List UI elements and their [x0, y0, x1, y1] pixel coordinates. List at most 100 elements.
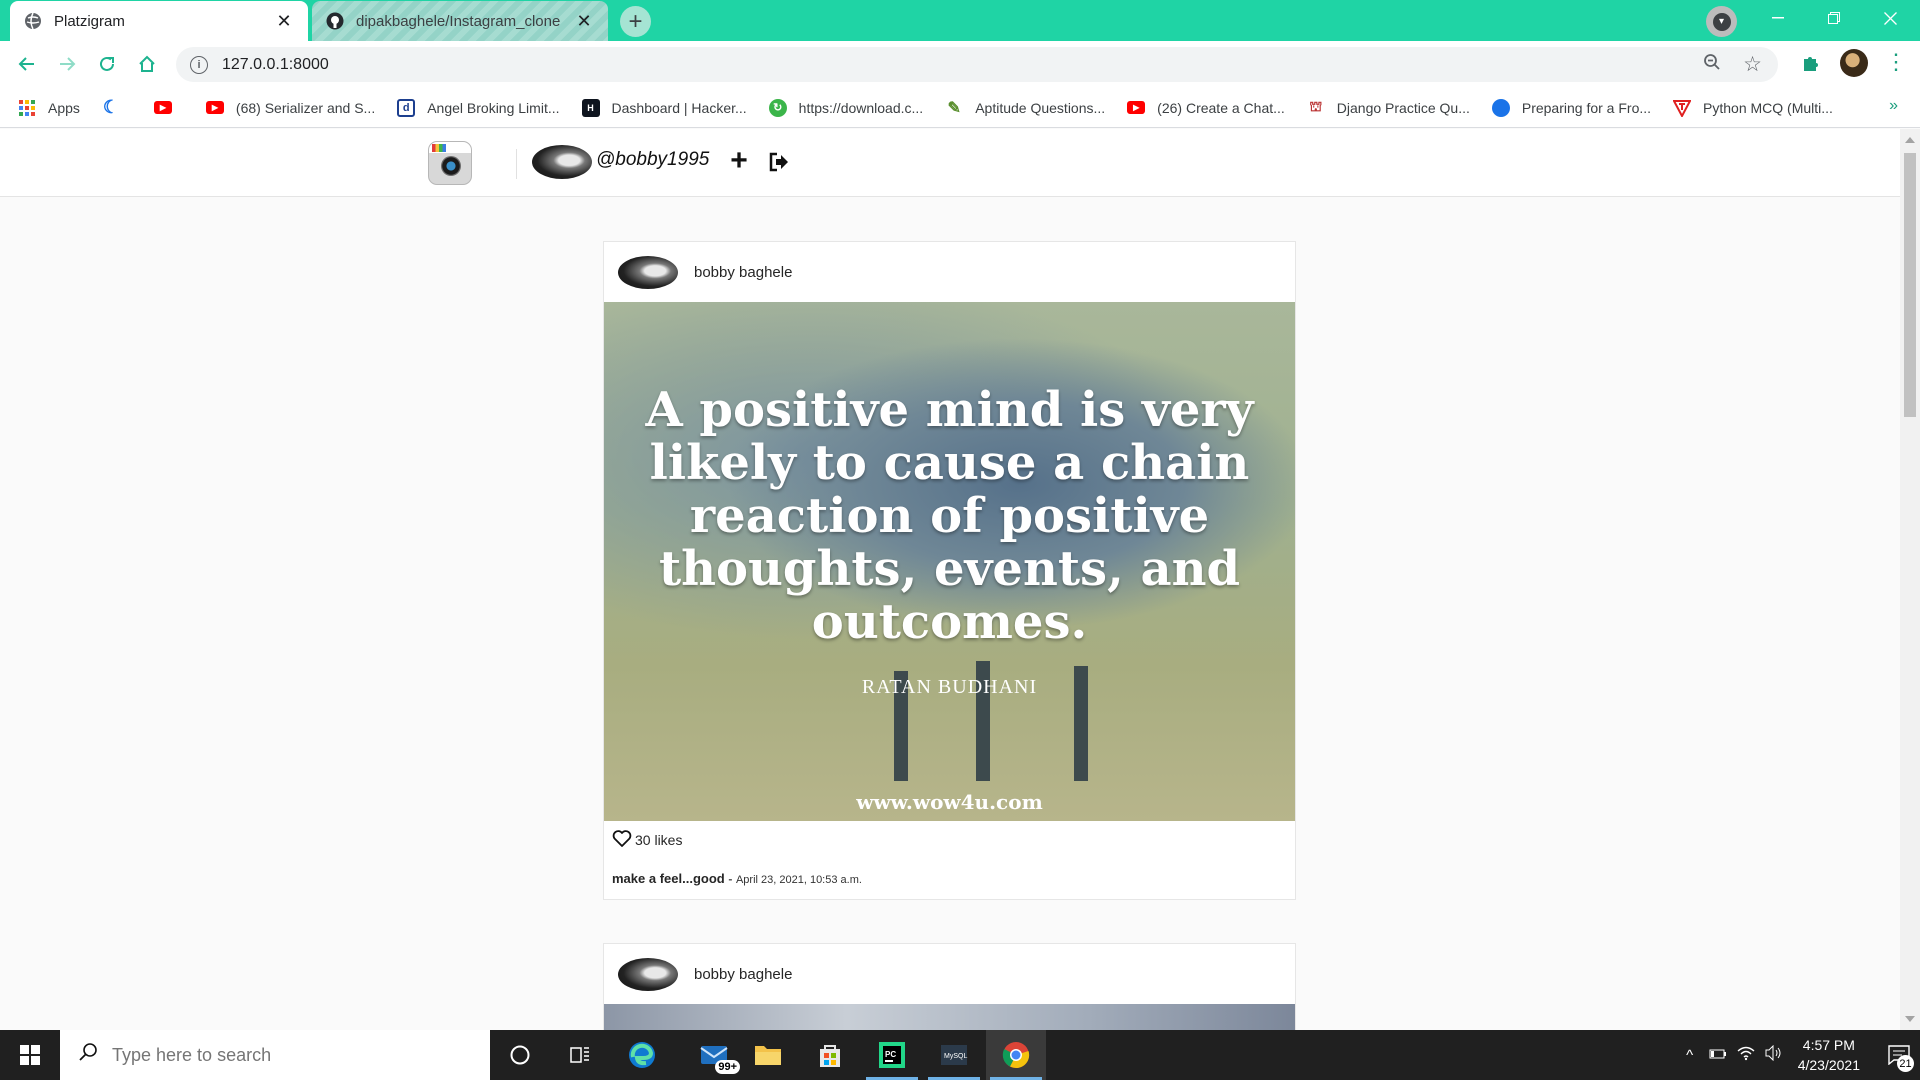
wifi-icon[interactable]: [1735, 1045, 1757, 1065]
bookmark-angel-broking[interactable]: d Angel Broking Limit...: [397, 98, 560, 117]
notification-count: 21: [1897, 1055, 1914, 1072]
post-author-avatar[interactable]: [618, 958, 678, 991]
post-caption: make a feel...good - April 23, 2021, 10:…: [612, 871, 862, 886]
bookmark-label: Angel Broking Limit...: [427, 99, 560, 116]
bookmark-download[interactable]: ↻ https://download.c...: [768, 98, 923, 117]
instagram-logo-icon[interactable]: [428, 141, 472, 185]
scroll-up-arrow[interactable]: [1905, 137, 1915, 143]
bookmark-django[interactable]: ⛫ Django Practice Qu...: [1307, 98, 1470, 117]
post-author[interactable]: bobby baghele: [694, 966, 792, 983]
bookmark-aptitude[interactable]: ✎ Aptitude Questions...: [945, 99, 1106, 117]
cortana-icon: [510, 1045, 530, 1065]
add-post-button[interactable]: +: [726, 146, 752, 176]
tab-search-button[interactable]: ▾: [1706, 6, 1737, 37]
minimize-button[interactable]: [1750, 0, 1806, 36]
bookmark-serializer[interactable]: ▶ (68) Serializer and S...: [205, 100, 375, 116]
post-author-avatar[interactable]: [618, 256, 678, 289]
post-footer: 30 likes make a feel...good - April 23, …: [604, 821, 1295, 899]
cortana-button[interactable]: [490, 1030, 550, 1080]
task-view-button[interactable]: [550, 1030, 610, 1080]
taskbar-search-input[interactable]: [112, 1044, 472, 1066]
svg-text:PC: PC: [885, 1050, 896, 1059]
django-icon: ⛫: [1309, 98, 1323, 114]
bookmark-chat[interactable]: ▶ (26) Create a Chat...: [1127, 100, 1285, 116]
zoom-icon[interactable]: [1703, 53, 1721, 76]
post-card: bobby baghele: [603, 943, 1296, 1030]
bookmark-label: Preparing for a Fro...: [1521, 99, 1652, 116]
heart-icon[interactable]: [612, 829, 632, 849]
battery-icon[interactable]: [1707, 1047, 1729, 1064]
page-scrollbar[interactable]: [1900, 129, 1920, 1030]
close-tab-icon[interactable]: ✕: [274, 11, 294, 31]
address-url[interactable]: 127.0.0.1:8000: [222, 56, 1703, 74]
taskbar-clock[interactable]: 4:57 PM 4/23/2021: [1798, 1035, 1860, 1075]
taskbar-chrome[interactable]: [986, 1030, 1046, 1080]
forward-button[interactable]: [52, 49, 82, 79]
tab-title: Platzigram: [54, 12, 125, 30]
more-menu-icon[interactable]: ⋮: [1885, 49, 1907, 79]
bookmark-label: (26) Create a Chat...: [1157, 99, 1285, 116]
taskbar-mail[interactable]: 99+: [686, 1030, 746, 1080]
user-avatar[interactable]: [532, 145, 592, 179]
bookmark-python-mcq[interactable]: Python MCQ (Multi...: [1673, 99, 1833, 117]
post-image[interactable]: [604, 1004, 1295, 1030]
post-date: April 23, 2021, 10:53 a.m.: [735, 874, 862, 886]
address-bar[interactable]: i 127.0.0.1:8000 ☆: [176, 47, 1778, 82]
post-author[interactable]: bobby baghele: [694, 264, 792, 281]
info-icon[interactable]: i: [190, 55, 208, 74]
scroll-down-arrow[interactable]: [1905, 1016, 1915, 1022]
restore-button[interactable]: [1806, 0, 1862, 36]
bookmark-star-icon[interactable]: ☆: [1743, 52, 1762, 77]
post-image-watermark: www.wow4u.com: [856, 790, 1043, 814]
taskbar-file-explorer[interactable]: [738, 1030, 798, 1080]
bookmarks-overflow-button[interactable]: »: [1889, 97, 1898, 115]
logout-icon[interactable]: [768, 151, 794, 177]
nav-username[interactable]: @bobby1995: [596, 149, 709, 171]
close-tab-icon[interactable]: ✕: [574, 11, 594, 31]
post-image-quote-author: RATAN BUDHANI: [861, 676, 1038, 698]
reload-button[interactable]: [92, 49, 122, 79]
taskbar-search[interactable]: [60, 1030, 490, 1080]
search-icon: [78, 1042, 98, 1068]
taskbar-store[interactable]: [800, 1030, 860, 1080]
chevron-up-icon[interactable]: ^: [1679, 1047, 1701, 1064]
volume-icon[interactable]: [1763, 1044, 1785, 1065]
scrollbar-thumb[interactable]: [1904, 153, 1916, 417]
chevron-down-icon: ▾: [1712, 12, 1731, 31]
caption-text: make a feel...good: [612, 871, 725, 886]
profile-avatar[interactable]: [1840, 49, 1868, 77]
bookmark-label: Python MCQ (Multi...: [1703, 99, 1833, 116]
bookmark-hackerrank[interactable]: H Dashboard | Hacker...: [581, 98, 747, 117]
tab-github[interactable]: dipakbaghele/Instagram_clone ✕: [312, 1, 608, 41]
tab-platzigram[interactable]: Platzigram ✕: [10, 1, 308, 41]
taskbar-pycharm[interactable]: PC: [862, 1030, 922, 1080]
store-icon: [820, 1045, 840, 1067]
bookmark-label: Dashboard | Hacker...: [611, 99, 747, 116]
youtube-icon: ▶: [1127, 101, 1146, 114]
close-window-button[interactable]: [1862, 0, 1918, 36]
bookmark-youtube[interactable]: ▶: [153, 101, 184, 114]
chrome-icon: [1002, 1042, 1030, 1069]
nav-divider: [516, 149, 517, 179]
notification-center-button[interactable]: 21: [1878, 1030, 1920, 1080]
tutorial-icon: [1673, 99, 1692, 117]
back-button[interactable]: [12, 49, 42, 79]
post-image[interactable]: A positive mind is very likely to cause …: [604, 302, 1295, 821]
clock-time: 4:57 PM: [1802, 1037, 1855, 1053]
start-button[interactable]: [0, 1030, 60, 1080]
like-count: 30 likes: [635, 832, 683, 848]
windows-logo-icon: [20, 1045, 40, 1065]
bookmark-apps[interactable]: Apps: [18, 99, 80, 117]
new-tab-button[interactable]: +: [620, 6, 651, 37]
bookmark-moon[interactable]: ☾: [102, 97, 132, 117]
home-button[interactable]: [132, 49, 162, 79]
extensions-icon[interactable]: [1800, 52, 1822, 74]
bookmark-label: Django Practice Qu...: [1336, 99, 1470, 116]
browser-tab-strip: Platzigram ✕ dipakbaghele/Instagram_clon…: [0, 0, 1920, 41]
taskbar-mysql[interactable]: MySQL: [924, 1030, 984, 1080]
bookmark-preparing[interactable]: Preparing for a Fro...: [1491, 98, 1652, 117]
taskbar-edge[interactable]: [612, 1030, 672, 1080]
apps-grid-icon: [18, 99, 36, 117]
browser-toolbar: i 127.0.0.1:8000 ☆ ⋮: [0, 41, 1920, 88]
windows-taskbar: 99+ PC MySQL ^ 4:57 PM 4/23/2021: [0, 1030, 1920, 1080]
